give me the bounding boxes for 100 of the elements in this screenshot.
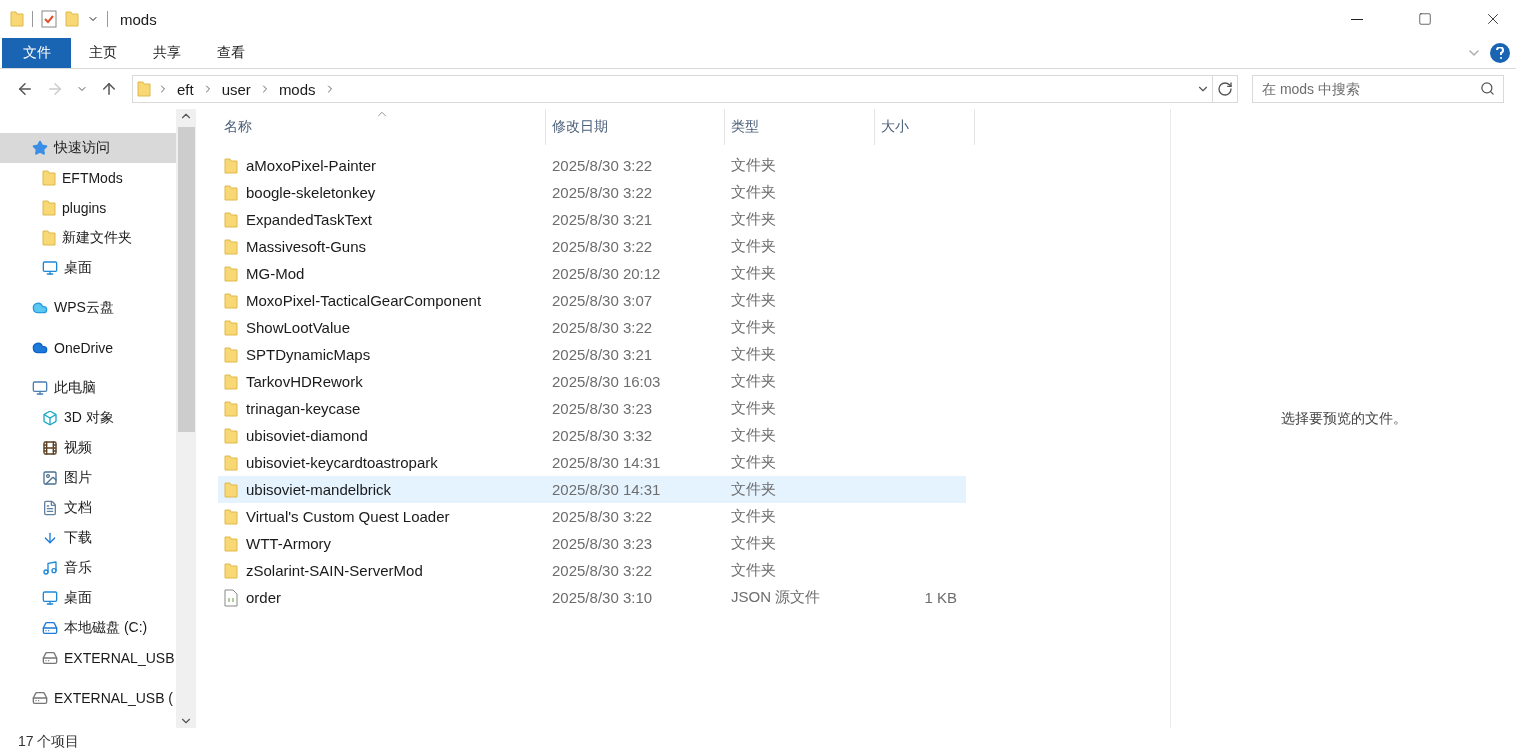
date-cell-text: 2025/8/30 3:10 (551, 589, 654, 606)
type-cell-text: 文件夹 (730, 156, 777, 175)
file-row[interactable]: MoxoPixel-TacticalGearComponent 2025/8/30 3:07 文件夹 (218, 287, 966, 314)
search-field[interactable]: 在 mods 中搜索 (1252, 75, 1504, 103)
file-name: boogle-skeletonkey (246, 184, 376, 201)
sidebar-item[interactable]: OneDrive (0, 333, 176, 363)
cloud-icon (32, 300, 48, 316)
sidebar-item[interactable]: 快速访问 (0, 133, 176, 163)
document-icon (42, 500, 58, 516)
sidebar-item[interactable]: 新建文件夹 (0, 223, 176, 253)
column-header[interactable]: 名称 (218, 109, 546, 145)
sidebar-item[interactable]: 此电脑 (0, 373, 176, 403)
search-icon[interactable] (1480, 81, 1495, 96)
monitor-icon (42, 260, 58, 276)
sidebar-item[interactable]: 文档 (0, 493, 176, 523)
breadcrumb[interactable]: user (219, 80, 253, 98)
type-cell-text: 文件夹 (730, 480, 777, 499)
folder-icon (224, 157, 238, 174)
file-row[interactable]: ubisoviet-keycardtoastropark 2025/8/30 14:31 文件夹 (218, 449, 966, 476)
file-name: MoxoPixel-TacticalGearComponent (246, 292, 482, 309)
breadcrumb[interactable]: mods (276, 80, 318, 98)
folder-icon (42, 230, 56, 246)
file-row[interactable]: Massivesoft-Guns 2025/8/30 3:22 文件夹 (218, 233, 966, 260)
file-name: SPTDynamicMaps (246, 346, 371, 363)
drive-icon (42, 620, 58, 636)
folder-icon (224, 292, 238, 309)
file-name: zSolarint-SAIN-ServerMod (246, 562, 423, 579)
folder-icon (10, 11, 24, 27)
folder-icon (224, 535, 238, 552)
date-cell-text: 2025/8/30 3:22 (551, 238, 654, 255)
file-row[interactable]: order 2025/8/30 3:10 JSON 源文件 1 KB (218, 584, 966, 611)
sidebar-item[interactable]: 音乐 (0, 553, 176, 583)
file-row[interactable]: ubisoviet-mandelbrick 2025/8/30 14:31 文件夹 (218, 476, 966, 503)
monitor-icon (42, 590, 58, 606)
folder-icon (224, 562, 238, 579)
type-cell-text: 文件夹 (730, 183, 777, 202)
download-icon (42, 530, 58, 546)
date-cell-text: 2025/8/30 14:31 (551, 481, 662, 498)
file-row[interactable]: zSolarint-SAIN-ServerMod 2025/8/30 3:22 文件夹 (218, 557, 966, 584)
sidebar-item[interactable]: EXTERNAL_USB ( (0, 683, 176, 713)
sidebar-item[interactable]: 本地磁盘 (C:) (0, 613, 176, 643)
file-row[interactable]: WTT-Armory 2025/8/30 3:23 文件夹 (218, 530, 966, 557)
ribbon-tab[interactable]: 查看 (199, 38, 263, 68)
ribbon-tab[interactable]: 主页 (71, 38, 135, 68)
column-header[interactable]: 类型 (725, 109, 875, 145)
file-row[interactable]: TarkovHDRework 2025/8/30 16:03 文件夹 (218, 368, 966, 395)
file-row[interactable]: ubisoviet-diamond 2025/8/30 3:32 文件夹 (218, 422, 966, 449)
file-menu-button[interactable]: 文件 (2, 38, 71, 68)
sidebar-item[interactable]: EFTMods (0, 163, 176, 193)
type-cell-text: 文件夹 (730, 210, 777, 229)
picture-icon (42, 470, 58, 486)
column-header[interactable]: 修改日期 (546, 109, 725, 145)
computer-icon (32, 380, 48, 396)
file-name: Massivesoft-Guns (246, 238, 367, 255)
scrollbar[interactable] (176, 109, 196, 728)
date-cell-text: 2025/8/30 3:22 (551, 562, 654, 579)
sidebar-item[interactable]: plugins (0, 193, 176, 223)
size-cell-text: 1 KB (923, 589, 958, 606)
folder-icon (42, 170, 56, 186)
file-row[interactable]: Virtual's Custom Quest Loader 2025/8/30 3:22 文件夹 (218, 503, 966, 530)
ribbon-tab[interactable]: 共享 (135, 38, 199, 68)
sidebar-item[interactable]: 图片 (0, 463, 176, 493)
folder-icon (224, 454, 238, 471)
file-row[interactable]: boogle-skeletonkey 2025/8/30 3:22 文件夹 (218, 179, 966, 206)
file-row[interactable]: ShowLootValue 2025/8/30 3:22 文件夹 (218, 314, 966, 341)
type-cell-text: 文件夹 (730, 345, 777, 364)
type-cell-text: 文件夹 (730, 237, 777, 256)
sidebar-item[interactable]: 视频 (0, 433, 176, 463)
file-name: trinagan-keycase (246, 400, 361, 417)
music-note-icon (42, 560, 58, 576)
type-cell-text: 文件夹 (730, 453, 777, 472)
refresh-icon (1217, 81, 1233, 97)
help-icon[interactable] (1490, 43, 1510, 63)
type-cell-text: 文件夹 (730, 264, 777, 283)
sidebar-item[interactable]: 桌面 (0, 253, 176, 283)
type-cell-text: 文件夹 (730, 291, 777, 310)
file-row[interactable]: trinagan-keycase 2025/8/30 3:23 文件夹 (218, 395, 966, 422)
sidebar-item[interactable]: EXTERNAL_USB (0, 643, 176, 673)
file-row[interactable]: MG-Mod 2025/8/30 20:12 文件夹 (218, 260, 966, 287)
file-row[interactable]: SPTDynamicMaps 2025/8/30 3:21 文件夹 (218, 341, 966, 368)
drive-icon (32, 690, 48, 706)
file-name: ubisoviet-keycardtoastropark (246, 454, 438, 471)
sidebar-item[interactable]: 桌面 (0, 583, 176, 613)
folder-icon (224, 238, 238, 255)
file-row[interactable]: aMoxoPixel-Painter 2025/8/30 3:22 文件夹 (218, 152, 966, 179)
cube-icon (42, 410, 58, 426)
sidebar-item[interactable]: WPS云盘 (0, 293, 176, 323)
scrollbar-thumb[interactable] (177, 127, 195, 432)
sidebar-item[interactable]: 3D 对象 (0, 403, 176, 433)
type-cell-text: 文件夹 (730, 372, 777, 391)
minimize-icon (1351, 18, 1363, 20)
folder-icon (224, 373, 238, 390)
window-title: mods (120, 10, 157, 28)
checklist-icon (41, 10, 57, 28)
column-header[interactable]: 大小 (875, 109, 975, 145)
date-cell-text: 2025/8/30 3:22 (551, 319, 654, 336)
sidebar-item[interactable]: 下载 (0, 523, 176, 553)
file-name: ubisoviet-diamond (246, 427, 368, 444)
breadcrumb[interactable]: eft (175, 80, 196, 98)
file-row[interactable]: ExpandedTaskText 2025/8/30 3:21 文件夹 (218, 206, 966, 233)
